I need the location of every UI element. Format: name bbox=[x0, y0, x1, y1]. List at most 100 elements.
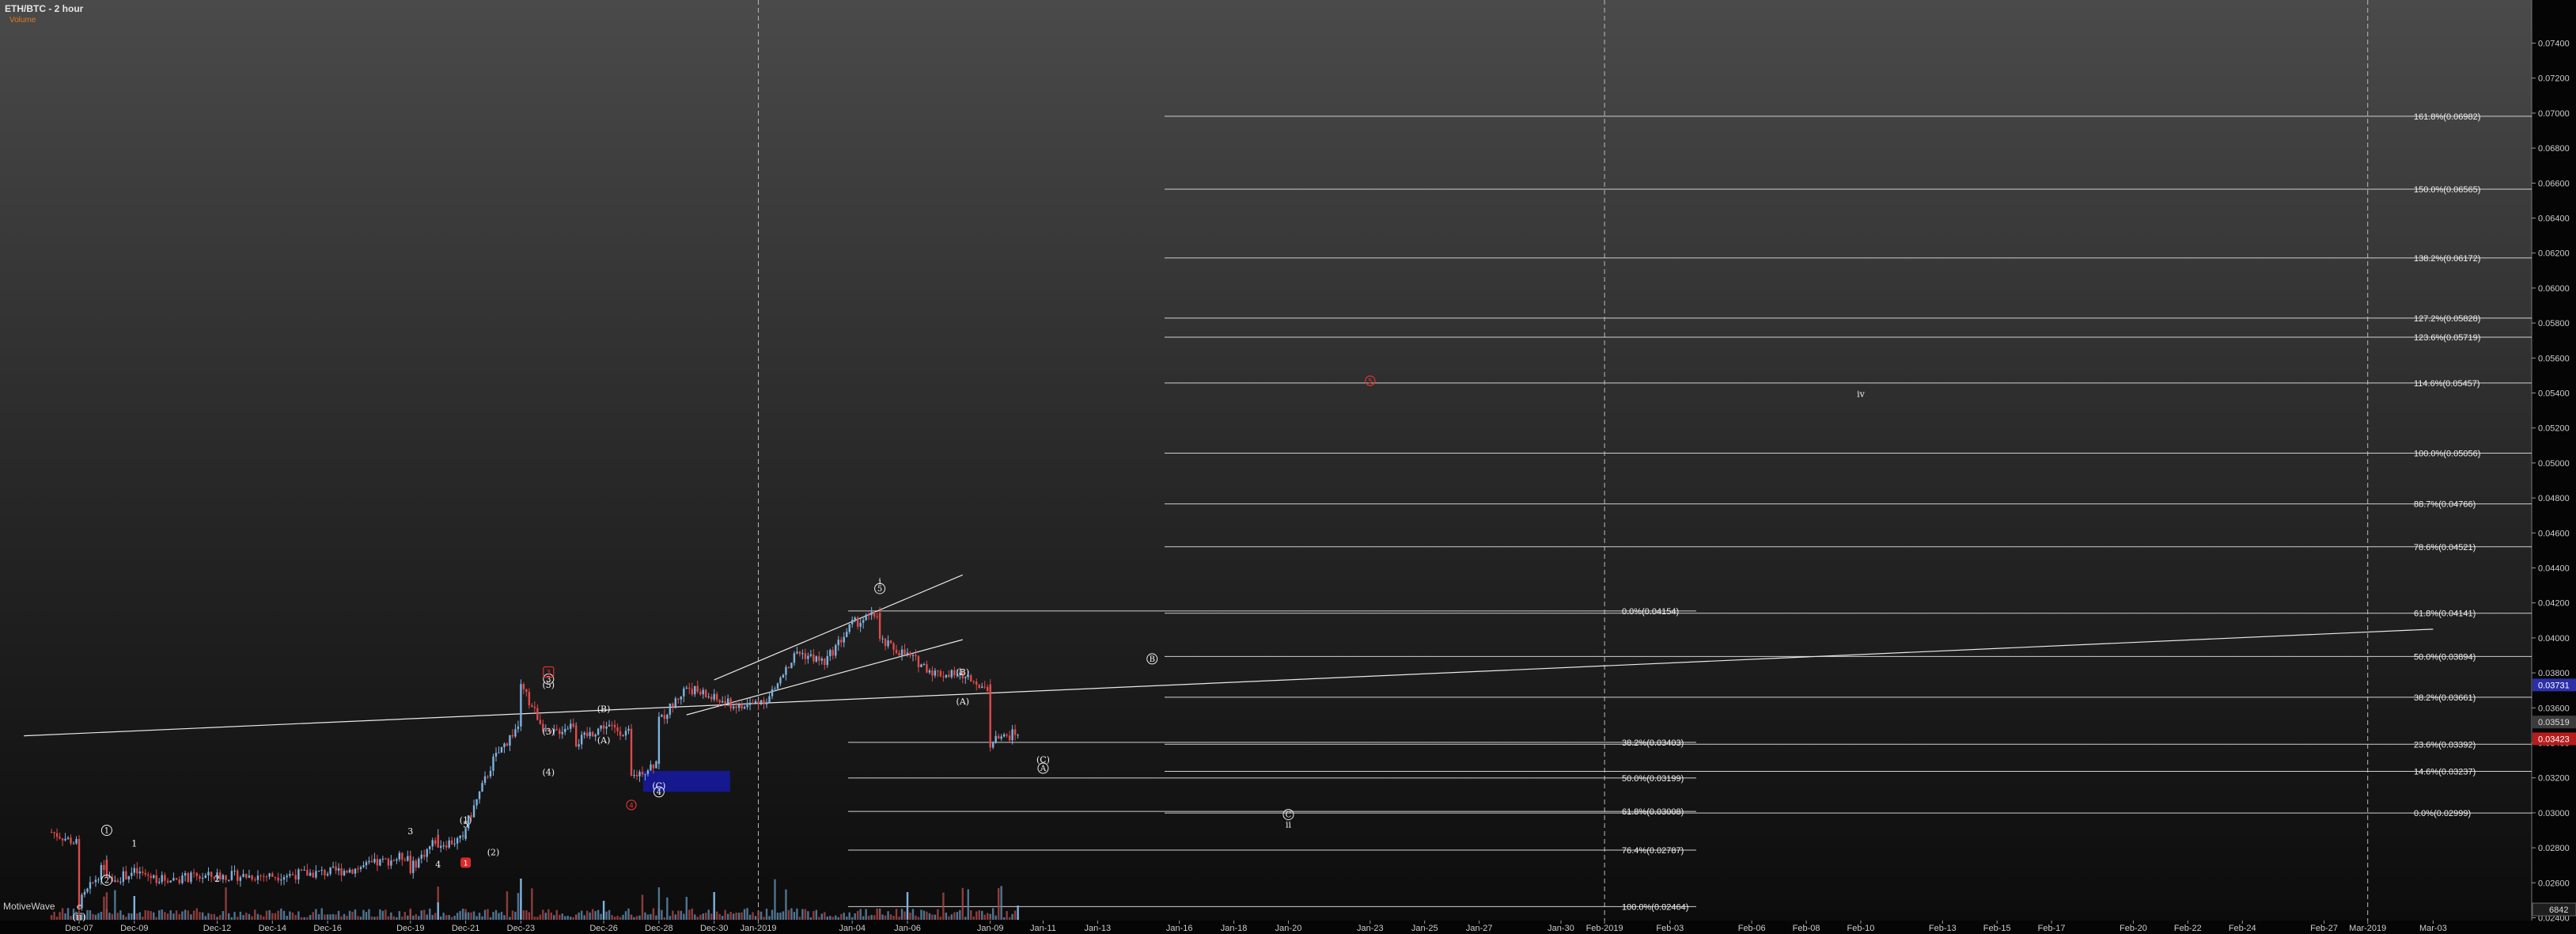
candle-body bbox=[942, 676, 945, 678]
y-axis-tick-label: 0.05200 bbox=[2538, 424, 2570, 434]
volume-bar bbox=[475, 916, 478, 920]
candle-body bbox=[483, 776, 487, 784]
volume-bar bbox=[61, 908, 64, 920]
volume-bar bbox=[431, 914, 434, 920]
candle-body bbox=[895, 649, 898, 653]
wave-label: (4) bbox=[543, 768, 555, 778]
volume-bar bbox=[409, 908, 411, 920]
volume-bar bbox=[547, 909, 550, 920]
candle-body bbox=[289, 874, 291, 876]
fib-level-label: 100.0%(0.05056) bbox=[2414, 450, 2480, 459]
volume-bar bbox=[856, 910, 859, 920]
volume-bar bbox=[903, 911, 906, 920]
x-axis-tick-label: Feb-22 bbox=[2174, 924, 2202, 933]
volume-bar bbox=[227, 913, 230, 920]
volume-bar bbox=[970, 909, 972, 920]
candle-body bbox=[796, 651, 798, 654]
candle-body bbox=[147, 874, 150, 876]
volume-bar bbox=[536, 917, 539, 920]
candle-body bbox=[680, 696, 683, 700]
volume-bar bbox=[187, 910, 189, 920]
volume-bar bbox=[898, 917, 900, 920]
candle-body bbox=[445, 845, 448, 848]
candle-body bbox=[277, 877, 279, 881]
volume-bar bbox=[771, 909, 774, 920]
volume-bar bbox=[953, 912, 956, 920]
candle-body bbox=[997, 735, 1000, 739]
volume-bar bbox=[64, 913, 66, 920]
volume-bar bbox=[315, 909, 317, 920]
candle-body bbox=[142, 871, 144, 873]
candle-body bbox=[1011, 729, 1013, 741]
candle-body bbox=[843, 636, 845, 643]
volume-bar bbox=[763, 917, 765, 920]
volume-bar bbox=[478, 913, 481, 920]
x-axis-tick-label: Dec-07 bbox=[65, 924, 93, 933]
volume-bar bbox=[840, 913, 843, 920]
volume-bar bbox=[225, 887, 227, 920]
volume-bar bbox=[779, 912, 782, 920]
candle-body bbox=[724, 700, 726, 704]
candle-body bbox=[870, 612, 873, 616]
volume-bar bbox=[948, 916, 950, 920]
volume-bar bbox=[715, 911, 718, 920]
volume-bar bbox=[815, 909, 818, 920]
candle-body bbox=[782, 674, 785, 678]
candle-body bbox=[164, 875, 166, 881]
volume-bar bbox=[403, 912, 407, 920]
volume-bar bbox=[218, 915, 222, 920]
volume-bar bbox=[472, 911, 475, 920]
volume-bar bbox=[967, 889, 969, 920]
volume-bar bbox=[807, 911, 809, 920]
volume-bar bbox=[114, 890, 116, 920]
candle-body bbox=[116, 880, 119, 883]
candle-body bbox=[178, 879, 180, 883]
volume-bar bbox=[199, 912, 201, 920]
candle-body bbox=[256, 875, 259, 880]
last-price-tag: 0.03423 bbox=[2538, 735, 2570, 744]
red-wave-marker-label: 1 bbox=[464, 860, 468, 868]
candle-body bbox=[357, 868, 359, 870]
volume-bar bbox=[108, 913, 111, 920]
wave-label: 2 bbox=[214, 874, 220, 884]
volume-bar bbox=[724, 909, 726, 920]
volume-bar bbox=[760, 911, 763, 920]
volume-bar bbox=[680, 910, 683, 920]
candle-body bbox=[418, 858, 420, 868]
volume-bar bbox=[956, 912, 959, 920]
candle-body bbox=[131, 872, 133, 876]
candle-body bbox=[884, 638, 887, 647]
volume-bar bbox=[158, 910, 161, 920]
volume-bar bbox=[718, 913, 721, 920]
volume-bar bbox=[669, 916, 672, 920]
volume-bar bbox=[837, 917, 839, 920]
candle-body bbox=[591, 731, 594, 737]
fib-level-label: 127.2%(0.05828) bbox=[2414, 314, 2480, 324]
candle-body bbox=[309, 872, 312, 876]
volume-bar bbox=[514, 911, 517, 920]
volume-bar bbox=[251, 916, 253, 920]
chart-canvas[interactable]: 161.8%(0.06982)150.0%(0.06565)138.2%(0.0… bbox=[0, 0, 2576, 934]
volume-bar bbox=[691, 908, 693, 920]
x-axis-tick-label: Jan-20 bbox=[1275, 924, 1302, 933]
candle-body bbox=[790, 663, 793, 669]
volume-bar bbox=[705, 913, 707, 920]
volume-bar bbox=[644, 912, 646, 920]
candle-body bbox=[605, 726, 608, 729]
volume-bar bbox=[1011, 913, 1013, 920]
candle-body bbox=[922, 664, 926, 666]
candle-body bbox=[237, 870, 239, 881]
candle-body bbox=[688, 687, 691, 689]
candle-body bbox=[365, 862, 368, 866]
candle-body bbox=[426, 849, 428, 857]
volume-bar bbox=[889, 914, 892, 920]
volume-spike bbox=[437, 902, 439, 920]
volume-bar bbox=[277, 910, 279, 920]
volume-bar bbox=[878, 909, 881, 920]
candle-body bbox=[133, 868, 135, 873]
volume-bar bbox=[181, 911, 184, 920]
volume-bar bbox=[294, 915, 297, 920]
volume-bar bbox=[721, 916, 724, 920]
volume-bar bbox=[392, 916, 396, 920]
volume-bar bbox=[142, 917, 144, 920]
